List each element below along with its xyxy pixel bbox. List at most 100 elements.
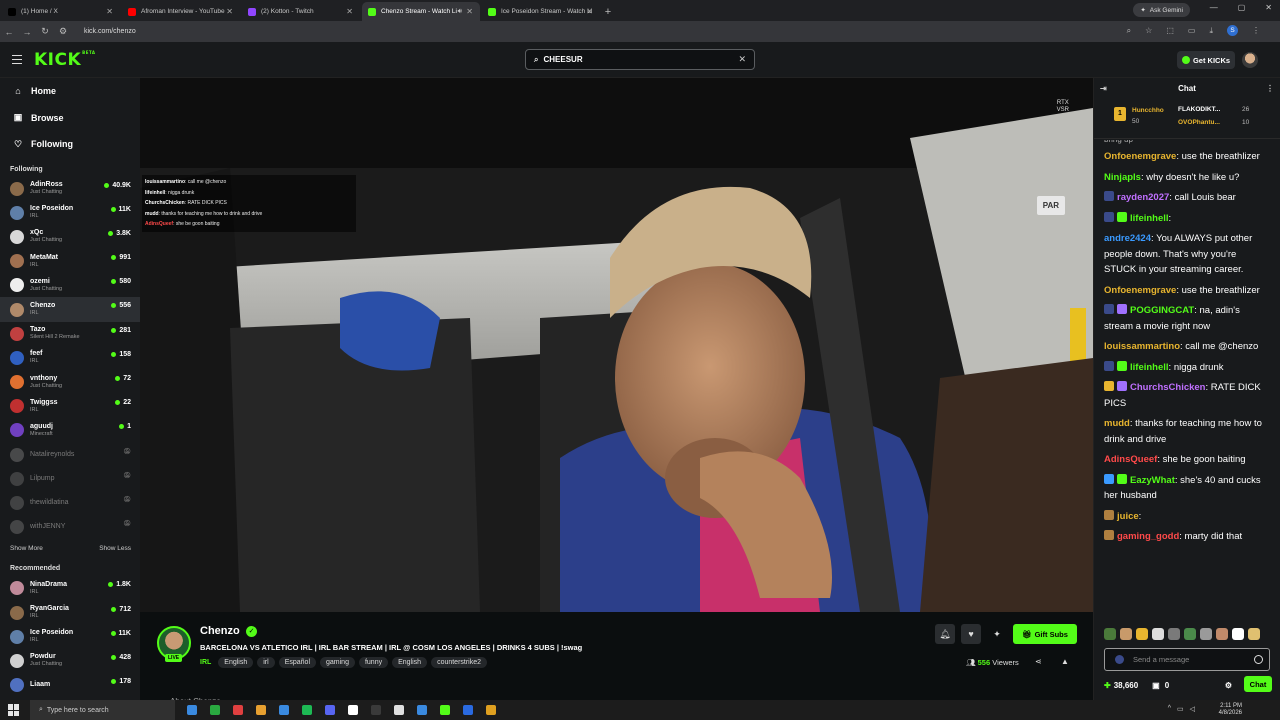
bookmark-star-icon[interactable]: ☆ [1145,26,1152,35]
browser-menu-icon[interactable]: ⋮ [1252,26,1260,35]
emote-icon[interactable] [1216,628,1228,640]
get-kicks-button[interactable]: Get KICKs [1177,51,1235,69]
taskbar-search-input[interactable]: ⌕ Type here to search [30,700,175,720]
nav-browse[interactable]: ▣ Browse [0,105,140,132]
download-icon[interactable]: ⤓ [1209,26,1213,36]
chat-username[interactable]: mudd [1104,418,1130,429]
chat-identity-icon[interactable] [1115,655,1124,664]
browser-tab[interactable]: Ice Poseidon Stream - Watch Li ✕ [482,2,600,21]
taskbar-app-icon[interactable] [463,705,473,715]
stream-tag[interactable]: Español [278,657,316,668]
tab-audio-icon[interactable]: 🔊︎ [458,8,462,16]
forward-icon[interactable]: → [18,27,36,37]
emote-icon[interactable] [1232,628,1244,640]
emote-icon[interactable] [1152,628,1164,640]
windows-start-icon[interactable] [8,704,22,716]
browser-tab[interactable]: Afroman Interview - YouTube ✕ [122,2,240,21]
taskbar-app-icon[interactable] [325,705,335,715]
chat-username[interactable]: EazyWhat [1130,475,1175,486]
taskbar-app-icon[interactable] [233,705,243,715]
channel-points[interactable]: 38,660 [1114,681,1138,690]
volume-icon[interactable]: ◁ [1190,705,1195,713]
taskbar-app-icon[interactable] [279,705,289,715]
nav-following[interactable]: ♡ Following [0,131,140,158]
tray-chevron-icon[interactable]: ^ [1168,705,1171,713]
search-input[interactable]: ⌕ CHEESUR ✕ [525,49,755,70]
chat-username[interactable]: louissammartino [1104,341,1180,352]
send-chat-button[interactable]: Chat [1244,676,1272,692]
clear-search-icon[interactable]: ✕ [738,54,746,65]
emote-icon[interactable] [1136,628,1148,640]
offline-bell-icon[interactable]: 🔕︎ [123,472,131,479]
taskbar-app-icon[interactable] [440,705,450,715]
maximize-icon[interactable]: ▢ [1238,3,1246,12]
kick-logo[interactable]: KICKBETA [34,50,95,70]
chat-username[interactable]: gaming_godd [1117,531,1179,542]
chat-username[interactable]: andre2424 [1104,233,1151,244]
leader-second-name[interactable]: FLAKODIKT... [1178,106,1220,113]
chat-username[interactable]: Onfoenemgrave [1104,151,1176,162]
channel-item[interactable]: Ice Poseidon IRL 11K [0,201,140,225]
channel-item[interactable]: Ice Poseidon IRL 11K [0,625,140,649]
channel-name[interactable]: Chenzo [200,625,240,637]
share-icon[interactable]: ⋖ [1035,657,1042,666]
chat-username[interactable]: ChurchsChicken [1130,382,1206,393]
url-field[interactable]: kick.com/chenzo [84,28,136,35]
channel-item[interactable]: Chenzo IRL 556 [0,297,140,322]
emote-icon[interactable] [1104,628,1116,640]
channel-item[interactable]: Tazo Silent Hill 2 Remake 281 [0,322,140,346]
browser-profile-avatar[interactable]: S [1227,25,1238,36]
category-link[interactable]: IRL [200,659,211,666]
site-info-icon[interactable]: ⚙ [54,26,72,37]
taskbar-app-icon[interactable] [486,705,496,715]
chat-message-input[interactable]: Send a message [1104,648,1270,671]
spark-icon[interactable]: ✦ [987,624,1007,644]
channel-item[interactable]: feef IRL 158 [0,346,140,370]
close-tab-icon[interactable]: ✕ [106,7,113,16]
taskbar-app-icon[interactable] [302,705,312,715]
extensions-icon[interactable]: ⬚ [1166,26,1174,35]
chat-settings-icon[interactable]: ⚙ [1225,681,1232,690]
close-tab-icon[interactable]: ✕ [346,7,353,16]
offline-channel-item[interactable]: thewildlatina 🔕︎ [0,491,140,515]
leader-first-name[interactable]: Huncchho [1132,107,1164,114]
offline-bell-icon[interactable]: 🔕︎ [123,520,131,527]
browser-tab[interactable]: (2) Kotton - Twitch ✕ [242,2,360,21]
stream-tag[interactable]: counterstrike2 [431,657,488,668]
offline-channel-item[interactable]: Natalireynolds 🔕︎ [0,443,140,467]
sidepanel-icon[interactable]: ▭ [1188,26,1196,35]
taskbar-app-icon[interactable] [371,705,381,715]
video-player[interactable]: louissammartino: call me @chenzo lifeinhe… [140,78,1093,612]
hamburger-menu-icon[interactable] [12,55,22,64]
browser-tab[interactable]: (1) Home / X ✕ [2,2,120,21]
stream-tag[interactable]: funny [358,657,389,668]
channel-item[interactable]: ozemi Just Chatting 580 [0,273,140,297]
nav-home[interactable]: ⌂ Home [0,78,140,105]
taskbar-app-icon[interactable] [348,705,358,715]
zoom-icon[interactable]: ⌕ [1127,26,1131,36]
network-icon[interactable]: ▭ [1177,705,1184,713]
chat-more-icon[interactable]: ⋮ [1266,84,1274,93]
taskbar-app-icon[interactable] [187,705,197,715]
taskbar-app-icon[interactable] [417,705,427,715]
channel-item[interactable]: xQc Just Chatting 3.8K [0,225,140,249]
gift-count[interactable]: 0 [1165,681,1169,690]
channel-item[interactable]: AdinRoss Just Chatting 40.9K [0,177,140,201]
channel-item[interactable]: Twiggss IRL 22 [0,394,140,418]
channel-item[interactable]: Powdur Just Chatting 428 [0,649,140,673]
ask-gemini-button[interactable]: ✦ Ask Gemini [1133,3,1190,17]
stream-tag[interactable]: English [218,657,254,668]
collapse-chat-icon[interactable]: ⇥ [1100,84,1107,93]
chat-username[interactable]: Onfoenemgrave [1104,285,1176,296]
reload-icon[interactable]: ↻ [36,26,54,37]
follow-heart-icon[interactable]: ♥ [961,624,981,644]
report-icon[interactable]: ▲ [1061,657,1069,666]
clock[interactable]: 2:11 PM 4/8/2026 [1219,703,1242,717]
show-less-button[interactable]: Show Less [99,545,131,552]
stream-tag[interactable]: gaming [320,657,355,668]
emoji-picker-icon[interactable] [1254,655,1263,664]
close-tab-icon[interactable]: ✕ [586,7,593,16]
offline-channel-item[interactable]: Lilpump 🔕︎ [0,467,140,491]
user-avatar[interactable] [1242,52,1258,68]
show-more-button[interactable]: Show More [10,545,43,552]
